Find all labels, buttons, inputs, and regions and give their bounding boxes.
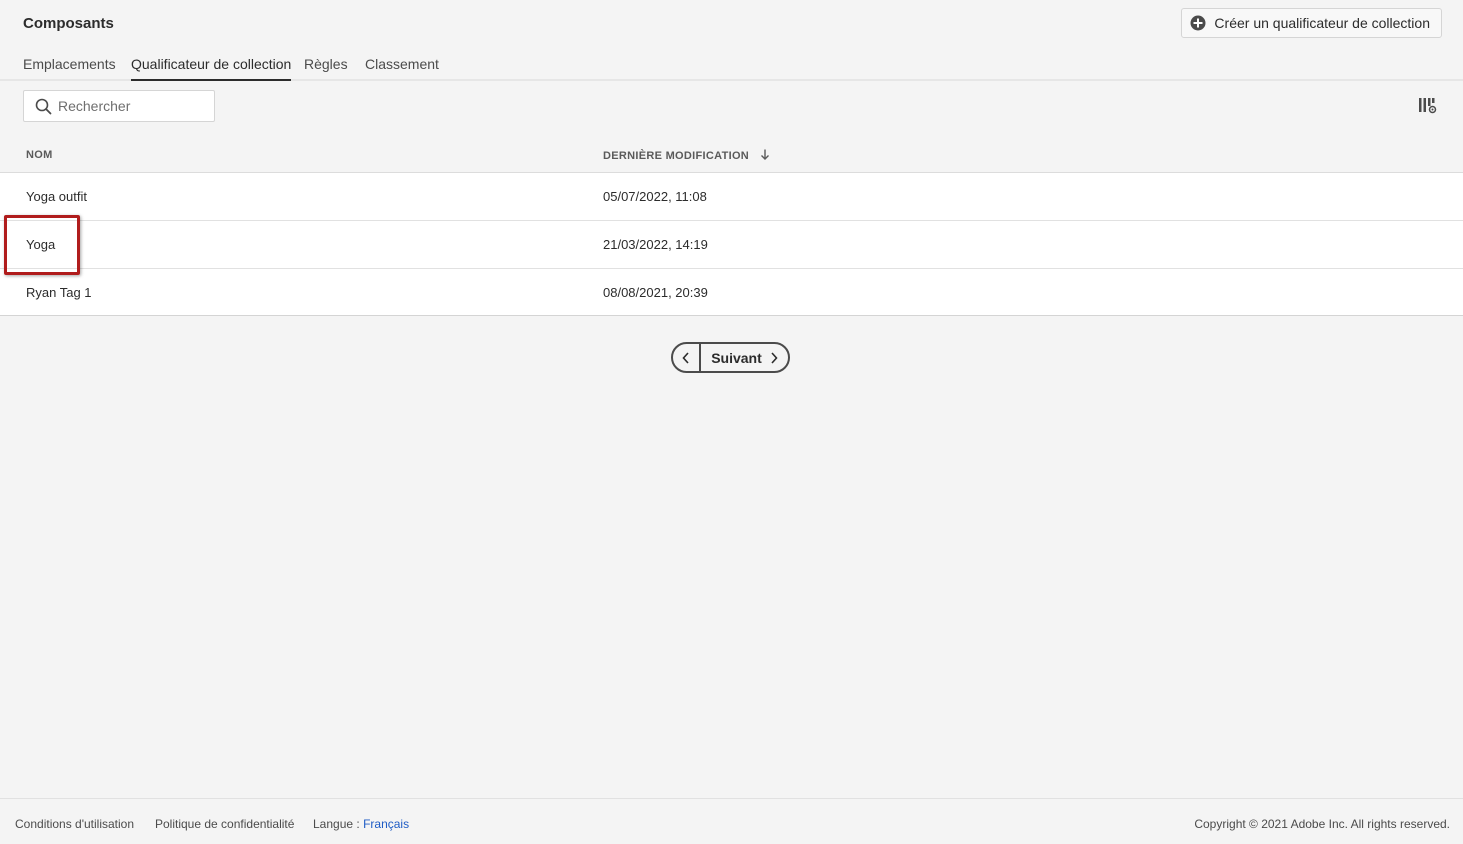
- previous-page-button[interactable]: [673, 344, 701, 371]
- pagination: Suivant: [671, 342, 790, 373]
- table-row[interactable]: Ryan Tag 1 08/08/2021, 20:39: [0, 269, 1463, 316]
- table-row[interactable]: Yoga 21/03/2022, 14:19: [0, 221, 1463, 269]
- next-page-label: Suivant: [711, 349, 762, 366]
- column-header-name[interactable]: NOM: [26, 149, 53, 161]
- row-name: Yoga outfit: [26, 189, 87, 204]
- privacy-link[interactable]: Politique de confidentialité: [155, 817, 294, 831]
- footer: Conditions d'utilisation Politique de co…: [0, 798, 1463, 844]
- table-row[interactable]: Yoga outfit 05/07/2022, 11:08: [0, 173, 1463, 221]
- copyright-text: Copyright © 2021 Adobe Inc. All rights r…: [1194, 817, 1450, 831]
- arrow-down-icon: [760, 149, 770, 160]
- next-page-button[interactable]: Suivant: [701, 344, 788, 371]
- language-selector: Langue : Français: [313, 817, 409, 831]
- search-icon: [35, 98, 52, 115]
- table-body: Yoga outfit 05/07/2022, 11:08 Yoga 21/03…: [0, 173, 1463, 316]
- column-header-modified-label: DERNIÈRE MODIFICATION: [603, 150, 750, 162]
- column-settings-icon[interactable]: [1418, 96, 1437, 115]
- chevron-left-icon: [682, 351, 689, 364]
- create-collection-qualifier-button[interactable]: Créer un qualificateur de collection: [1181, 8, 1442, 38]
- row-name: Ryan Tag 1: [26, 285, 92, 300]
- create-button-label: Créer un qualificateur de collection: [1214, 15, 1430, 31]
- table-header: NOM DERNIÈRE MODIFICATION: [0, 138, 1463, 173]
- search-field: [23, 90, 215, 122]
- tab-collection-qualifier[interactable]: Qualificateur de collection: [131, 56, 292, 81]
- page-title: Composants: [23, 15, 114, 32]
- tab-ranking[interactable]: Classement: [365, 56, 439, 81]
- tab-rules[interactable]: Règles: [304, 56, 348, 81]
- tab-list: Emplacements Qualificateur de collection…: [0, 48, 1463, 81]
- row-name: Yoga: [26, 237, 56, 252]
- row-modified: 05/07/2022, 11:08: [603, 189, 707, 204]
- plus-circle-icon: [1190, 15, 1206, 31]
- page: Composants Créer un qualificateur de col…: [0, 0, 1463, 844]
- column-header-modified[interactable]: DERNIÈRE MODIFICATION: [603, 149, 770, 162]
- language-value-link[interactable]: Français: [363, 817, 409, 831]
- terms-link[interactable]: Conditions d'utilisation: [15, 817, 134, 831]
- header: Composants Créer un qualificateur de col…: [0, 0, 1463, 48]
- search-input[interactable]: [58, 91, 208, 121]
- chevron-right-icon: [771, 351, 778, 364]
- row-modified: 21/03/2022, 14:19: [603, 237, 708, 252]
- row-modified: 08/08/2021, 20:39: [603, 285, 708, 300]
- language-label: Langue :: [313, 817, 360, 831]
- tab-emplacements[interactable]: Emplacements: [23, 56, 116, 81]
